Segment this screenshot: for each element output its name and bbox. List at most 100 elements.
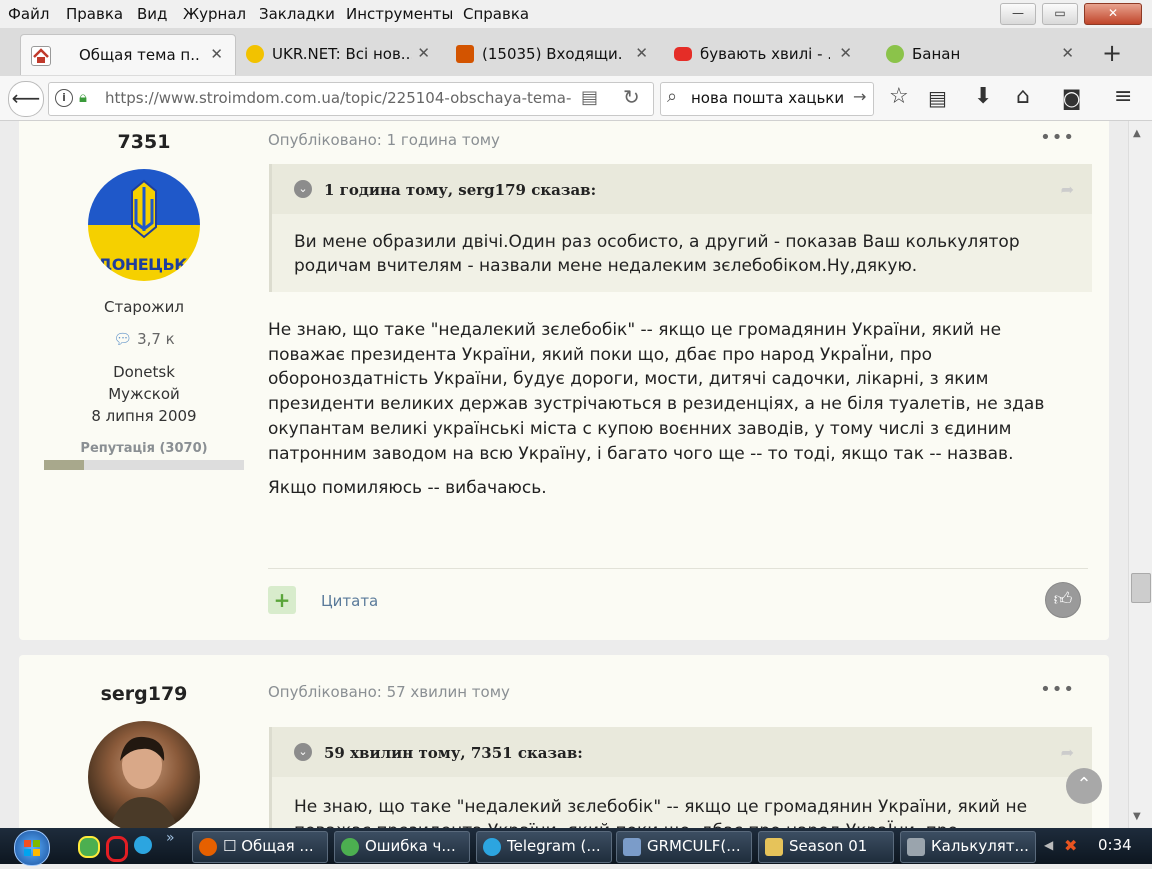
quote-header: ⌄ 59 хвилин тому, 7351 сказав: ➦ (272, 727, 1092, 777)
task-season[interactable]: Season 01 (758, 831, 894, 863)
start-button[interactable] (14, 830, 50, 866)
clock[interactable]: 0:34 (1098, 836, 1132, 854)
opera-icon[interactable] (106, 836, 128, 862)
task-grmculf[interactable]: GRMCULF(... (616, 831, 752, 863)
pocket-icon[interactable]: ◙ (1062, 86, 1081, 110)
avatar-caption: ДОНЕЦЬК (98, 255, 187, 274)
reputation-bar-fill (44, 460, 84, 470)
post-menu-icon[interactable]: ••• (1040, 127, 1075, 148)
post-body: Не знаю, що таке "недалекий зєлебобік" -… (268, 320, 1045, 499)
quote-button[interactable]: Цитата (321, 592, 378, 610)
reader-view-icon[interactable]: ▤ (581, 87, 598, 108)
downloads-icon[interactable]: ⬇ (974, 84, 992, 109)
tab-label: (15035) Входящи... (482, 45, 624, 63)
add-button[interactable]: + (268, 586, 296, 614)
hamburger-menu-icon[interactable]: ≡ (1114, 84, 1132, 109)
tab-close-icon[interactable]: ✕ (635, 44, 648, 62)
quote-text: Не знаю, що таке "недалекий зєлебобік" -… (294, 797, 1028, 828)
user-location: Donetsk (113, 363, 175, 381)
menu-history[interactable]: Журнал (183, 5, 246, 23)
info-icon[interactable]: i (55, 89, 73, 107)
author-name[interactable]: serg179 (19, 683, 269, 705)
scrollbar-thumb[interactable] (1131, 573, 1151, 603)
vertical-scrollbar[interactable]: ▲ ▼ (1128, 121, 1152, 828)
search-input[interactable]: нова пошта хацьки (691, 89, 844, 107)
new-tab-button[interactable]: + (1102, 39, 1122, 67)
close-window-button[interactable]: ✕ (1084, 3, 1142, 25)
quote-header: ⌄ 1 година тому, serg179 сказав: ➦ (272, 164, 1092, 214)
menu-help[interactable]: Справка (463, 5, 529, 23)
bookmark-star-icon[interactable]: ☆ (889, 84, 909, 109)
telegram-icon (483, 838, 501, 856)
tab-close-icon[interactable]: ✕ (839, 44, 852, 62)
menu-bookmarks[interactable]: Закладки (259, 5, 335, 23)
banan-favicon-icon (886, 45, 904, 63)
page-content: 7351 ДОНЕЦЬК Старожил 💬︎ 3,7 к Donetsk М… (0, 121, 1128, 828)
avatar[interactable] (88, 721, 200, 828)
tab-close-icon[interactable]: ✕ (1061, 44, 1074, 62)
tab-ukrnet[interactable]: UKR.NET: Всі нов... ✕ (236, 34, 442, 74)
comment-icon: 💬︎ (113, 330, 133, 348)
author-name[interactable]: 7351 (19, 131, 269, 153)
scroll-up-icon[interactable]: ▲ (1133, 128, 1141, 139)
reload-icon[interactable]: ↻ (623, 85, 640, 109)
maximize-button[interactable]: ▭ (1042, 3, 1078, 25)
avatar[interactable]: ДОНЕЦЬК (88, 169, 200, 281)
tab-label: Банан (912, 45, 961, 63)
search-go-icon[interactable]: → (853, 87, 866, 106)
menu-edit[interactable]: Правка (66, 5, 123, 23)
network-alert-icon[interactable]: ✖ (1064, 836, 1082, 855)
search-box[interactable]: ⌕ нова пошта хацьки → (660, 82, 874, 116)
tab-label: бувають хвилі - ... (700, 45, 830, 63)
task-calculator[interactable]: Калькулят... (900, 831, 1036, 863)
search-icon: ⌕ (667, 86, 678, 107)
reputation-label: Репутація (3070) (80, 441, 208, 456)
menu-tools[interactable]: Инструменты (346, 5, 453, 23)
post-date[interactable]: Опубліковано: 1 година тому (268, 131, 500, 149)
tab-stroimdom[interactable]: Общая тема п... ✕ (20, 34, 236, 75)
taskbar: » ☐ Общая ... Ошибка ч... Telegram (... … (0, 828, 1152, 866)
menu-file[interactable]: Файл (8, 5, 49, 23)
quote-block: ⌄ 59 хвилин тому, 7351 сказав: ➦ Не знаю… (269, 727, 1092, 828)
tab-close-icon[interactable]: ✕ (210, 45, 223, 63)
tab-banan[interactable]: Банан ✕ (876, 34, 1086, 74)
quote-block: ⌄ 1 година тому, serg179 сказав: ➦ Ви ме… (269, 164, 1092, 292)
reputation-bar (44, 460, 244, 470)
bookmarks-list-icon[interactable]: ▤ (928, 86, 947, 110)
chevron-down-icon[interactable]: ⌄ (294, 180, 312, 198)
forum-post: serg179 Опубліковано: 57 хвилин тому •••… (19, 655, 1109, 828)
task-telegram[interactable]: Telegram (... (476, 831, 612, 863)
telegram-icon[interactable] (134, 836, 152, 854)
url-text[interactable]: https://www.stroimdom.com.ua/topic/22510… (105, 89, 575, 107)
share-icon[interactable]: ➦ (1061, 743, 1074, 762)
home-icon[interactable]: ⌂ (1016, 84, 1030, 109)
post-date[interactable]: Опубліковано: 57 хвилин тому (268, 683, 510, 701)
task-firefox[interactable]: ☐ Общая ... (192, 831, 328, 863)
post-menu-icon[interactable]: ••• (1040, 679, 1075, 700)
forum-post: 7351 ДОНЕЦЬК Старожил 💬︎ 3,7 к Donetsk М… (19, 121, 1109, 640)
share-icon[interactable]: ➦ (1061, 180, 1074, 199)
tab-youtube[interactable]: бувають хвилі - ... ✕ (664, 34, 864, 74)
post-count: 💬︎ 3,7 к (113, 330, 175, 348)
tab-label: Общая тема п... (79, 46, 199, 64)
tab-close-icon[interactable]: ✕ (417, 44, 430, 62)
address-bar[interactable]: i 🔒︎ https://www.stroimdom.com.ua/topic/… (48, 82, 654, 116)
chevron-down-icon[interactable]: ⌄ (294, 743, 312, 761)
user-gender: Мужской (108, 385, 180, 403)
menu-view[interactable]: Вид (137, 5, 167, 23)
tab-mail[interactable]: (15035) Входящи... ✕ (446, 34, 660, 74)
task-chrome[interactable]: Ошибка ч... (334, 831, 470, 863)
back-button[interactable]: ⟵ (8, 81, 44, 117)
scroll-to-top-button[interactable]: ⌃ (1066, 768, 1102, 804)
navigation-bar: ⟵ i 🔒︎ https://www.stroimdom.com.ua/topi… (0, 76, 1152, 121)
scroll-down-icon[interactable]: ▼ (1133, 811, 1141, 822)
like-icon[interactable]: 👍︎ (1045, 582, 1081, 618)
more-arrows-icon[interactable]: » (166, 830, 175, 846)
chrome-icon[interactable] (78, 836, 100, 858)
tray-expand-icon[interactable]: ◀ (1044, 838, 1053, 852)
minimize-button[interactable]: — (1000, 3, 1036, 25)
mail-favicon-icon (456, 45, 474, 63)
disc-icon (623, 838, 641, 856)
user-rank: Старожил (104, 298, 184, 316)
lock-icon: 🔒︎ (79, 88, 87, 106)
